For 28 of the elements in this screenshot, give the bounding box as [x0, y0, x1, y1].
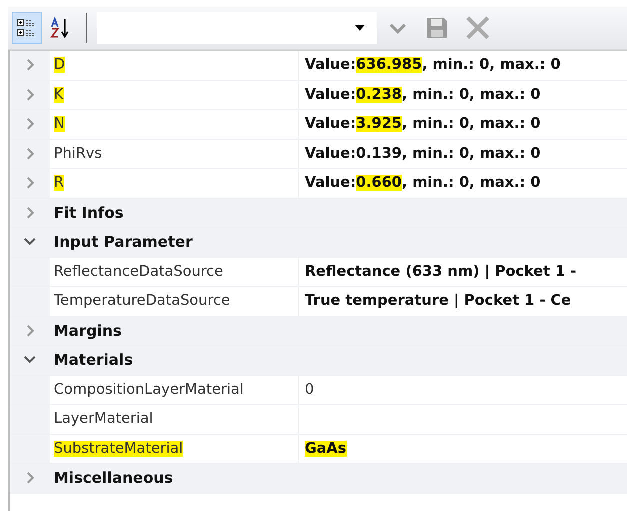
- property-value[interactable]: True temperature | Pocket 1 - Ce: [305, 293, 572, 310]
- property-value[interactable]: Reflectance (633 nm) | Pocket 1 -: [305, 264, 576, 280]
- category-label[interactable]: Margins: [50, 322, 122, 340]
- property-value[interactable]: Value:0.660, min.: 0, max.: 0: [305, 175, 541, 192]
- property-name[interactable]: K: [54, 86, 64, 103]
- property-name[interactable]: D: [54, 57, 66, 74]
- combo-field[interactable]: [97, 12, 377, 44]
- property-name[interactable]: SubstrateMaterial: [54, 440, 184, 457]
- property-value[interactable]: Value:0.139, min.: 0, max.: 0: [305, 146, 541, 162]
- property-name[interactable]: ReflectanceDataSource: [54, 264, 224, 280]
- category-label[interactable]: Fit Infos: [50, 204, 124, 222]
- close-icon: [465, 15, 491, 41]
- property-value[interactable]: Value:636.985, min.: 0, max.: 0: [305, 57, 561, 74]
- property-name[interactable]: TemperatureDataSource: [54, 293, 230, 310]
- property-name[interactable]: LayerMaterial: [54, 411, 154, 428]
- category-label[interactable]: Materials: [50, 351, 134, 370]
- category-label[interactable]: Input Parameter: [50, 233, 193, 252]
- property-value[interactable]: Value:0.238, min.: 0, max.: 0: [305, 86, 541, 103]
- property-value[interactable]: Value:3.925, min.: 0, max.: 0: [305, 116, 541, 132]
- property-name[interactable]: N: [54, 116, 65, 132]
- property-name[interactable]: R: [54, 175, 64, 192]
- categorized-button[interactable]: [12, 12, 42, 44]
- property-value[interactable]: 0: [305, 382, 314, 398]
- category-label[interactable]: Miscellaneous: [50, 469, 174, 488]
- property-value[interactable]: GaAs: [305, 440, 347, 457]
- dropdown-arrow-icon: [355, 25, 365, 31]
- property-name[interactable]: CompositionLayerMaterial: [54, 382, 244, 398]
- property-name[interactable]: PhiRvs: [54, 146, 102, 162]
